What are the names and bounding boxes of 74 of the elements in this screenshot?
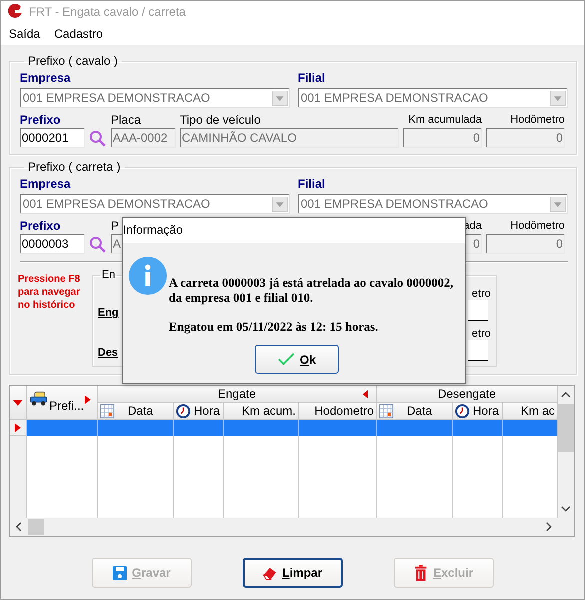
column-header[interactable]: Km ac: [503, 403, 558, 420]
menu-item[interactable]: Saída: [9, 27, 40, 41]
vehicle-type-field[interactable]: CAMINHÃO CAVALO: [180, 128, 399, 148]
group-title: En: [101, 269, 116, 281]
column-header[interactable]: Km acum.: [224, 403, 299, 420]
row-indicator[interactable]: [10, 420, 27, 436]
field-label: Hodômetro: [510, 219, 565, 234]
collapse-triangle-icon[interactable]: [363, 390, 368, 399]
hint-text: Pressione F8 para navegar no histórico: [18, 273, 82, 313]
field-label: Eng: [98, 307, 119, 319]
message-text: Engatou em 05/11/2022 às 12: 15 horas.: [169, 320, 380, 335]
field-label: Placa: [111, 113, 142, 128]
field-label: Filial: [298, 70, 326, 87]
mileage-field[interactable]: 0: [403, 128, 482, 148]
dropdown-arrow-icon: [272, 90, 288, 106]
field-label: etro: [472, 328, 491, 340]
scroll-left-icon[interactable]: [16, 522, 22, 532]
column-header[interactable]: Hodometro: [299, 403, 377, 420]
field-label: Des: [98, 347, 118, 359]
search-icon[interactable]: [89, 130, 107, 148]
field-label: Prefixo: [20, 113, 62, 128]
field-label: Tipo de veículo: [180, 113, 261, 128]
calendar-icon: [100, 404, 115, 418]
clock-icon: [176, 404, 191, 418]
field-label: etro: [472, 288, 491, 300]
clear-button[interactable]: Limpar: [242, 558, 342, 588]
prefix-field[interactable]: 0000201: [20, 128, 85, 148]
prefix-field[interactable]: 0000003: [20, 234, 85, 254]
message-text: A carreta 0000003 já está atrelada ao cavalo 0000002, da empresa 001 e filial 010.: [169, 276, 455, 306]
checkmark-icon: [278, 353, 295, 366]
window-title: FRT - Engata cavalo / carreta: [29, 5, 186, 19]
clock-icon: [455, 404, 470, 418]
dropdown-arrow-icon: [550, 90, 566, 106]
column-header[interactable]: Data: [98, 403, 174, 420]
scroll-up-icon[interactable]: [561, 392, 571, 398]
scroll-thumb[interactable]: [28, 519, 44, 535]
plate-field[interactable]: AAA-0002: [111, 128, 176, 148]
input-field[interactable]: [468, 340, 488, 361]
scroll-right-icon[interactable]: [546, 522, 552, 532]
field-label: Empresa: [20, 176, 72, 193]
current-row-icon: [15, 422, 21, 432]
info-icon: [128, 256, 168, 296]
odometer-field[interactable]: 0: [486, 128, 565, 148]
column-header[interactable]: Hora: [174, 403, 224, 420]
group-title: Prefixo ( cavalo ): [27, 54, 120, 68]
scroll-thumb[interactable]: [558, 404, 574, 452]
column-header[interactable]: Data: [377, 403, 453, 420]
column-header[interactable]: [10, 386, 27, 420]
menu-item[interactable]: Cadastro: [54, 27, 104, 41]
trash-icon: [413, 564, 430, 582]
column-group-header[interactable]: Desengate: [377, 386, 558, 403]
dropdown-arrow-icon: [272, 196, 288, 212]
ok-button[interactable]: Ok: [255, 345, 339, 374]
dropdown-arrow-icon: [550, 196, 566, 212]
scroll-down-icon[interactable]: [561, 506, 571, 512]
logo-icon: [7, 4, 23, 20]
field-label: Prefixo: [20, 219, 62, 234]
column-header[interactable]: Prefi...: [27, 386, 98, 420]
dialog-title: Informação: [123, 218, 465, 243]
sort-triangle-icon: [13, 398, 23, 406]
field-label: Empresa: [20, 70, 72, 87]
calendar-icon: [379, 404, 394, 418]
column-group-header[interactable]: Engate: [98, 386, 377, 403]
odometer-field[interactable]: 0: [486, 234, 565, 254]
search-icon[interactable]: [89, 236, 107, 254]
field-label: Hodômetro: [510, 113, 565, 128]
field-label: Filial: [298, 176, 326, 193]
field-label: Km acumulada: [408, 113, 482, 128]
truck-icon: [30, 390, 48, 408]
column-header[interactable]: Hora: [453, 403, 503, 420]
field-label: P: [111, 219, 120, 234]
expand-triangle-icon[interactable]: [85, 394, 91, 406]
group-title: Prefixo ( carreta ): [27, 160, 122, 174]
input-field[interactable]: [468, 300, 488, 321]
